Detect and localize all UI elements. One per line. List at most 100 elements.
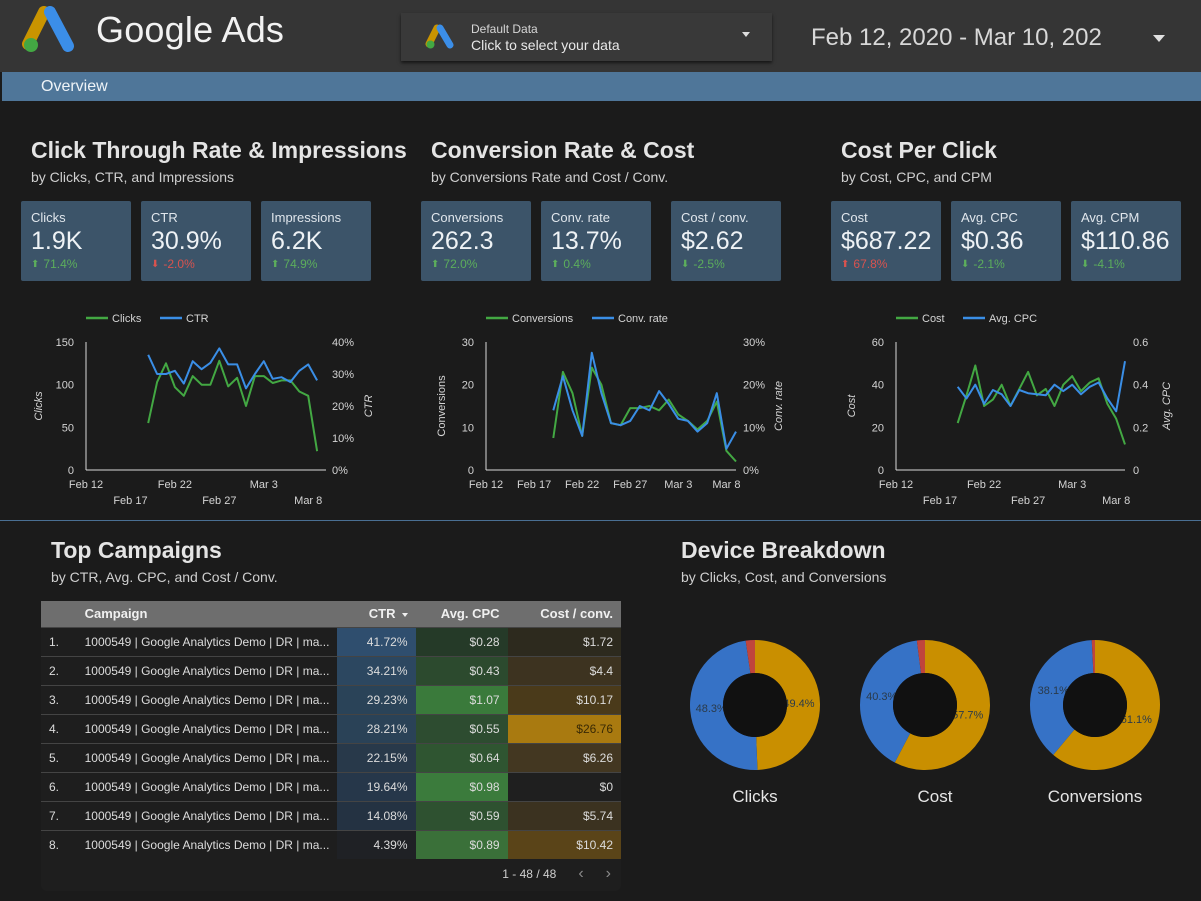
x-tick-label: Mar 8	[294, 495, 322, 507]
previous-page-icon[interactable]: ‹	[578, 865, 583, 883]
ctr-value: 14.08%	[337, 801, 416, 830]
cost-per-conv-value: $10.17	[507, 685, 621, 714]
y-tick-label: 0	[468, 465, 474, 477]
chevron-down-icon[interactable]	[742, 32, 750, 37]
kpi-value: 6.2K	[271, 227, 323, 255]
series-line-cost	[956, 364, 1126, 445]
y2-tick-label: 0%	[743, 465, 759, 477]
kpi-value: $110.86	[1081, 227, 1170, 255]
kpi-label: CTR	[151, 210, 178, 225]
row-index: 4.	[49, 721, 60, 736]
kpi-delta: ⬆ 72.0%	[431, 257, 521, 271]
date-range-dropdown-icon[interactable]	[1153, 35, 1165, 42]
campaign-name: 1000549 | Google Analytics Demo | DR | m…	[84, 692, 330, 707]
cost-per-conv-value: $10.42	[507, 830, 621, 859]
donut-hole	[723, 673, 787, 737]
cost-per-conv-value: $6.26	[507, 743, 621, 772]
kpi-delta: ⬆ 0.4%	[551, 257, 641, 271]
x-tick-label: Feb 22	[565, 479, 599, 491]
table-row[interactable]: 3. 1000549 | Google Analytics Demo | DR |…	[41, 685, 621, 714]
x-tick-label: Feb 12	[879, 479, 913, 491]
column-header-ctr[interactable]: CTR	[337, 601, 415, 627]
table-row[interactable]: 7. 1000549 | Google Analytics Demo | DR |…	[41, 801, 621, 830]
nav-item-overview[interactable]: Overview	[41, 78, 108, 96]
kpi-value: 13.7%	[551, 227, 622, 255]
cost-per-conv-value: $5.74	[507, 801, 621, 830]
table-row[interactable]: 2. 1000549 | Google Analytics Demo | DR |…	[41, 656, 621, 685]
column-header-cost-conv-label: Cost / conv.	[540, 606, 613, 622]
section-subtitle-conv: by Conversions Rate and Cost / Conv.	[431, 169, 669, 185]
y2-axis-title: CTR	[363, 395, 375, 418]
campaign-name: 1000549 | Google Analytics Demo | DR | m…	[84, 721, 330, 736]
x-tick-label: Feb 12	[469, 479, 503, 491]
kpi-delta: ⬇ -2.0%	[151, 257, 241, 271]
x-tick-label: Feb 12	[69, 479, 103, 491]
kpi-delta: ⬆ 67.8%	[841, 257, 931, 271]
campaign-name: 1000549 | Google Analytics Demo | DR | m…	[84, 837, 330, 852]
ctr-value: 4.39%	[337, 830, 416, 859]
kpi-delta-value: 0.4%	[563, 257, 591, 271]
table-row[interactable]: 8. 1000549 | Google Analytics Demo | DR |…	[41, 830, 621, 859]
date-range-picker[interactable]: Feb 12, 2020 - Mar 10, 202	[811, 24, 1102, 52]
y-tick-label: 30	[462, 337, 474, 349]
kpi-delta-value: -4.1%	[1093, 257, 1125, 271]
kpi-card-avg-cpc: Avg. CPC $0.36 ⬇ -2.1%	[951, 201, 1061, 281]
donut-title-clicks: Clicks	[732, 787, 778, 806]
arrow-up-icon: ⬆	[271, 258, 280, 270]
avg-cpc-value: $0.55	[415, 714, 508, 743]
ctr-value: 34.21%	[337, 656, 416, 685]
y-tick-label: 0	[878, 465, 884, 477]
kpi-card-conv-rate: Conv. rate 13.7% ⬆ 0.4%	[541, 201, 651, 281]
ctr-value: 28.21%	[337, 714, 416, 743]
data-source-selector[interactable]: Default Data Click to select your data	[401, 13, 772, 61]
kpi-value: $0.36	[961, 227, 1024, 255]
google-ads-logo-icon	[22, 6, 74, 52]
x-tick-label: Feb 27	[613, 479, 647, 491]
legend-label: CTR	[186, 313, 209, 325]
x-tick-label: Feb 27	[202, 495, 236, 507]
table-header-row: Campaign CTR Avg. CPC Cost / conv.	[41, 601, 621, 627]
legend-label: Conv. rate	[618, 313, 668, 325]
y2-tick-label: 0.4	[1133, 380, 1148, 392]
row-index: 6.	[49, 779, 60, 794]
kpi-card-clicks: Clicks 1.9K ⬆ 71.4%	[21, 201, 131, 281]
conversions-rate-chart: Conversions Conv. rate 0 10 20 30 0% 10% 20% 30% C…	[436, 313, 785, 491]
column-header-avg-cpc[interactable]: Avg. CPC	[416, 601, 508, 627]
x-tick-label: Feb 22	[158, 479, 192, 491]
chart-legend: Cost Avg. CPC	[896, 313, 1037, 325]
y-axis-title: Clicks	[33, 391, 45, 421]
x-tick-label: Feb 22	[967, 479, 1001, 491]
table-row[interactable]: 4. 1000549 | Google Analytics Demo | DR |…	[41, 714, 621, 743]
kpi-value: $687.22	[841, 227, 932, 255]
row-index: 5.	[49, 750, 60, 765]
donut-slice-label: 61.1%	[1121, 714, 1152, 726]
campaign-name: 1000549 | Google Analytics Demo | DR | m…	[84, 779, 330, 794]
donut-title-conversions: Conversions	[1047, 787, 1143, 806]
legend-label: Cost	[922, 313, 945, 325]
kpi-delta-value: 72.0%	[443, 257, 478, 271]
page-nav: Overview	[2, 72, 1201, 101]
chart-legend: Conversions Conv. rate	[486, 313, 668, 325]
column-header-campaign[interactable]: Campaign	[77, 601, 338, 627]
x-tick-label: Feb 17	[517, 479, 551, 491]
arrow-down-icon: ⬇	[961, 258, 970, 270]
kpi-card-avg-cpm: Avg. CPM $110.86 ⬇ -4.1%	[1071, 201, 1181, 281]
x-tick-label: Mar 3	[1058, 479, 1086, 491]
ctr-value: 22.15%	[337, 743, 416, 772]
table-row[interactable]: 6. 1000549 | Google Analytics Demo | DR |…	[41, 772, 621, 801]
kpi-delta: ⬇ -2.1%	[961, 257, 1051, 271]
avg-cpc-value: $0.59	[415, 801, 508, 830]
table-row[interactable]: 5. 1000549 | Google Analytics Demo | DR |…	[41, 743, 621, 772]
y2-tick-label: 30%	[743, 337, 765, 349]
section-title-campaigns: Top Campaigns	[51, 537, 222, 563]
kpi-label: Impressions	[271, 210, 342, 225]
column-header-cost-conv[interactable]: Cost / conv.	[508, 601, 621, 627]
next-page-icon[interactable]: ›	[606, 865, 611, 883]
campaign-name: 1000549 | Google Analytics Demo | DR | m…	[84, 634, 330, 649]
chart-legend: Clicks CTR	[86, 313, 209, 325]
kpi-value: 262.3	[431, 227, 494, 255]
kpi-delta-value: -2.5%	[693, 257, 725, 271]
table-row[interactable]: 1. 1000549 | Google Analytics Demo | DR |…	[41, 627, 621, 656]
sort-descending-icon	[401, 612, 408, 617]
kpi-card-cost-conv: Cost / conv. $2.62 ⬇ -2.5%	[671, 201, 781, 281]
